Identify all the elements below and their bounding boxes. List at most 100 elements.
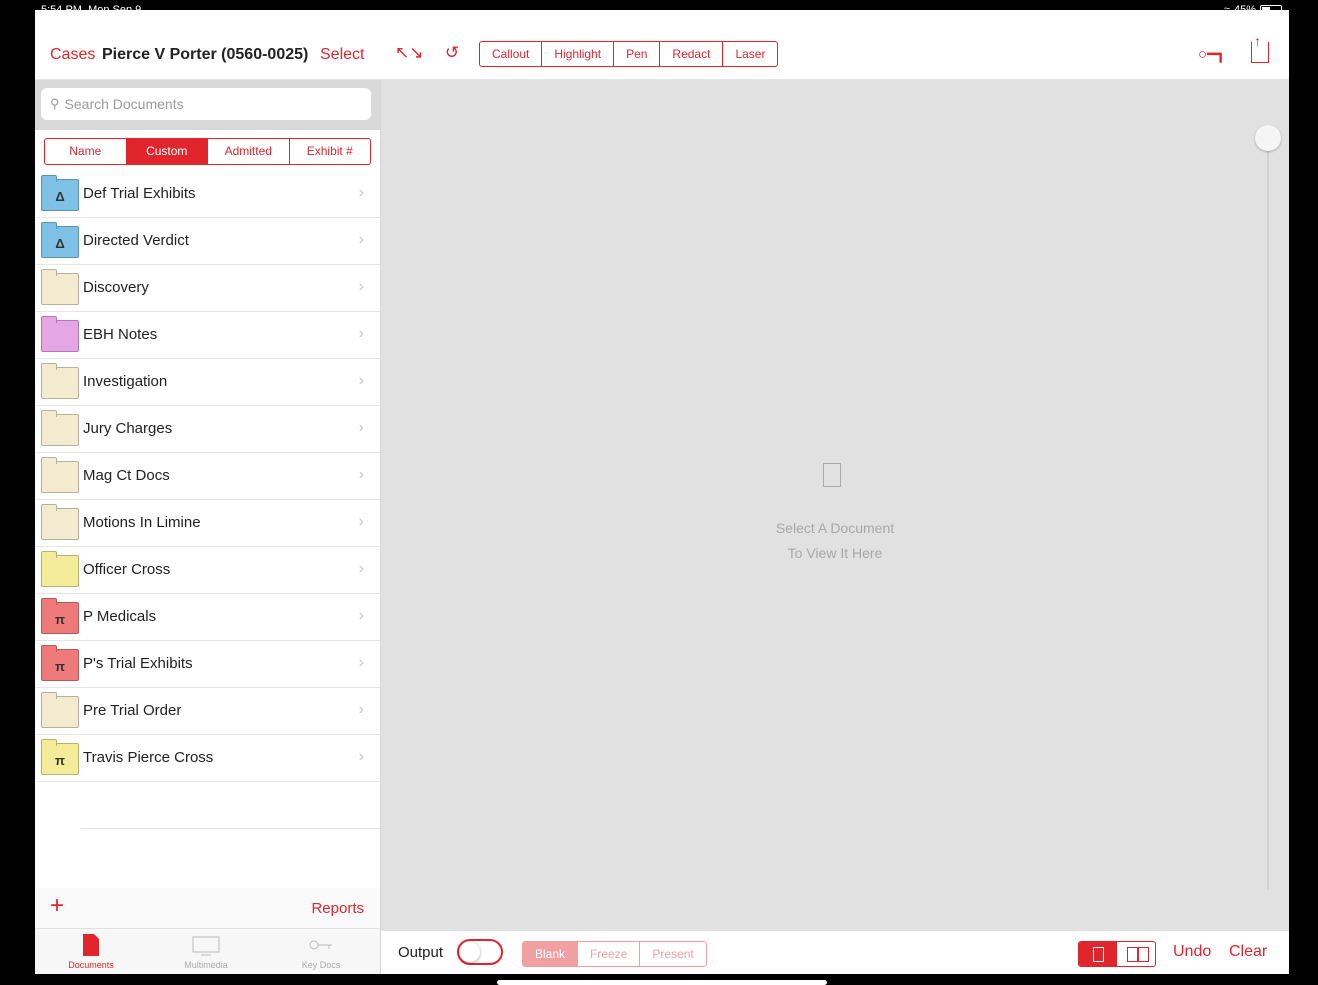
- bottom-toolbar: Output Blank Freeze Present Undo Clear: [381, 930, 1289, 974]
- folder-row[interactable]: Δ Def Trial Exhibits ›: [35, 171, 380, 218]
- sort-exhibit[interactable]: Exhibit #: [290, 139, 371, 164]
- folder-icon: [41, 504, 79, 540]
- folder-icon: [41, 692, 79, 728]
- document-placeholder-icon: [823, 463, 841, 487]
- chevron-right-icon: ›: [358, 748, 364, 765]
- output-present[interactable]: Present: [640, 942, 705, 966]
- folder-icon: π: [41, 645, 79, 681]
- folder-row[interactable]: Jury Charges ›: [35, 406, 380, 453]
- tool-redact[interactable]: Redact: [660, 42, 724, 66]
- folder-row[interactable]: π Travis Pierce Cross ›: [35, 735, 380, 782]
- tab-multimedia[interactable]: Multimedia: [156, 933, 256, 970]
- folder-row[interactable]: π P's Trial Exhibits ›: [35, 641, 380, 688]
- folder-row[interactable]: Motions In Limine ›: [35, 500, 380, 547]
- search-icon: ⚲: [50, 96, 60, 111]
- page-layout-control: [1078, 941, 1156, 967]
- double-page-icon: [1127, 947, 1138, 962]
- folder-icon: [41, 457, 79, 493]
- single-page-icon: [1093, 947, 1104, 962]
- chevron-right-icon: ›: [358, 560, 364, 577]
- tab-key-docs[interactable]: Key Docs: [271, 933, 371, 970]
- double-page-button[interactable]: [1117, 942, 1155, 966]
- folder-label: Discovery: [83, 279, 149, 296]
- folder-icon: [41, 551, 79, 587]
- output-freeze[interactable]: Freeze: [578, 942, 641, 966]
- folder-label: Directed Verdict: [83, 232, 189, 249]
- folder-icon: [41, 316, 79, 352]
- folder-row[interactable]: Mag Ct Docs ›: [35, 453, 380, 500]
- folder-label: Pre Trial Order: [83, 702, 182, 719]
- tab-documents[interactable]: Documents: [41, 933, 141, 970]
- folder-label: Travis Pierce Cross: [83, 749, 214, 766]
- document-icon: [41, 933, 141, 957]
- annotation-tools: Callout Highlight Pen Redact Laser: [479, 41, 779, 67]
- clear-button[interactable]: Clear: [1229, 943, 1267, 961]
- chevron-right-icon: ›: [358, 325, 364, 342]
- folder-icon: [41, 269, 79, 305]
- chevron-right-icon: ›: [358, 184, 364, 201]
- search-placeholder: Search Documents: [64, 96, 184, 112]
- case-title: Pierce V Porter (0560-0025): [102, 46, 309, 63]
- chevron-right-icon: ›: [358, 278, 364, 295]
- folder-list: Δ Def Trial Exhibits › Δ Directed Verdic…: [35, 171, 380, 829]
- chevron-right-icon: ›: [358, 513, 364, 530]
- tab-bar: Documents Multimedia Key Docs: [35, 928, 380, 974]
- folder-label: Def Trial Exhibits: [83, 185, 196, 202]
- fullscreen-icon[interactable]: ↖↘: [395, 42, 424, 64]
- cases-back-button[interactable]: Cases: [50, 46, 95, 64]
- output-blank[interactable]: Blank: [523, 942, 579, 966]
- folder-row[interactable]: π P Medicals ›: [35, 594, 380, 641]
- folder-label: Motions In Limine: [83, 514, 201, 531]
- page-slider-track[interactable]: [1267, 130, 1269, 890]
- folder-label: Mag Ct Docs: [83, 467, 170, 484]
- chevron-right-icon: ›: [358, 419, 364, 436]
- single-page-button[interactable]: [1079, 942, 1117, 966]
- folder-label: EBH Notes: [83, 326, 158, 343]
- folder-row[interactable]: Pre Trial Order ›: [35, 688, 380, 735]
- home-indicator: [497, 980, 827, 985]
- key-icon[interactable]: ○━┓: [1198, 45, 1225, 63]
- tool-laser[interactable]: Laser: [723, 42, 777, 66]
- search-input[interactable]: ⚲ Search Documents: [41, 88, 371, 120]
- output-mode-control: Blank Freeze Present: [522, 941, 707, 967]
- folder-row[interactable]: Δ Directed Verdict ›: [35, 218, 380, 265]
- folder-label: P's Trial Exhibits: [83, 655, 193, 672]
- sort-admitted[interactable]: Admitted: [208, 139, 290, 164]
- undo-button[interactable]: Undo: [1173, 943, 1211, 961]
- chevron-right-icon: ›: [358, 654, 364, 671]
- folder-label: Investigation: [83, 373, 168, 390]
- chevron-right-icon: ›: [358, 372, 364, 389]
- output-toggle[interactable]: [457, 939, 503, 965]
- page-slider-knob[interactable]: [1255, 125, 1281, 151]
- folder-label: Jury Charges: [83, 420, 173, 437]
- chevron-right-icon: ›: [358, 607, 364, 624]
- rotate-icon[interactable]: ↺: [441, 42, 463, 64]
- empty-row: [81, 782, 380, 829]
- sidebar-footer: + Reports: [35, 888, 380, 928]
- plus-icon[interactable]: +: [50, 892, 64, 920]
- sort-name[interactable]: Name: [45, 139, 127, 164]
- share-icon[interactable]: [1251, 33, 1269, 63]
- folder-label: P Medicals: [83, 608, 157, 625]
- folder-icon: π: [41, 739, 79, 775]
- folder-row[interactable]: Officer Cross ›: [35, 547, 380, 594]
- key-icon: [271, 933, 371, 957]
- document-viewer: Select A Document To View It Here: [381, 80, 1289, 930]
- folder-icon: π: [41, 598, 79, 634]
- select-button[interactable]: Select: [320, 46, 364, 64]
- tool-callout[interactable]: Callout: [480, 42, 543, 66]
- chevron-right-icon: ›: [358, 701, 364, 718]
- sort-segmented-control: Name Custom Admitted Exhibit #: [44, 138, 371, 165]
- folder-row[interactable]: Investigation ›: [35, 359, 380, 406]
- folder-icon: [41, 410, 79, 446]
- folder-row[interactable]: Discovery ›: [35, 265, 380, 312]
- sort-custom[interactable]: Custom: [126, 139, 208, 164]
- chevron-right-icon: ›: [358, 466, 364, 483]
- tool-pen[interactable]: Pen: [614, 42, 661, 66]
- monitor-icon: [156, 933, 256, 957]
- tool-highlight[interactable]: Highlight: [542, 42, 615, 66]
- app-screen: Cases Pierce V Porter (0560-0025) Select…: [35, 10, 1289, 974]
- documents-sidebar: ⚲ Search Documents Name Custom Admitted …: [35, 80, 381, 974]
- folder-row[interactable]: EBH Notes ›: [35, 312, 380, 359]
- reports-button[interactable]: Reports: [311, 900, 364, 917]
